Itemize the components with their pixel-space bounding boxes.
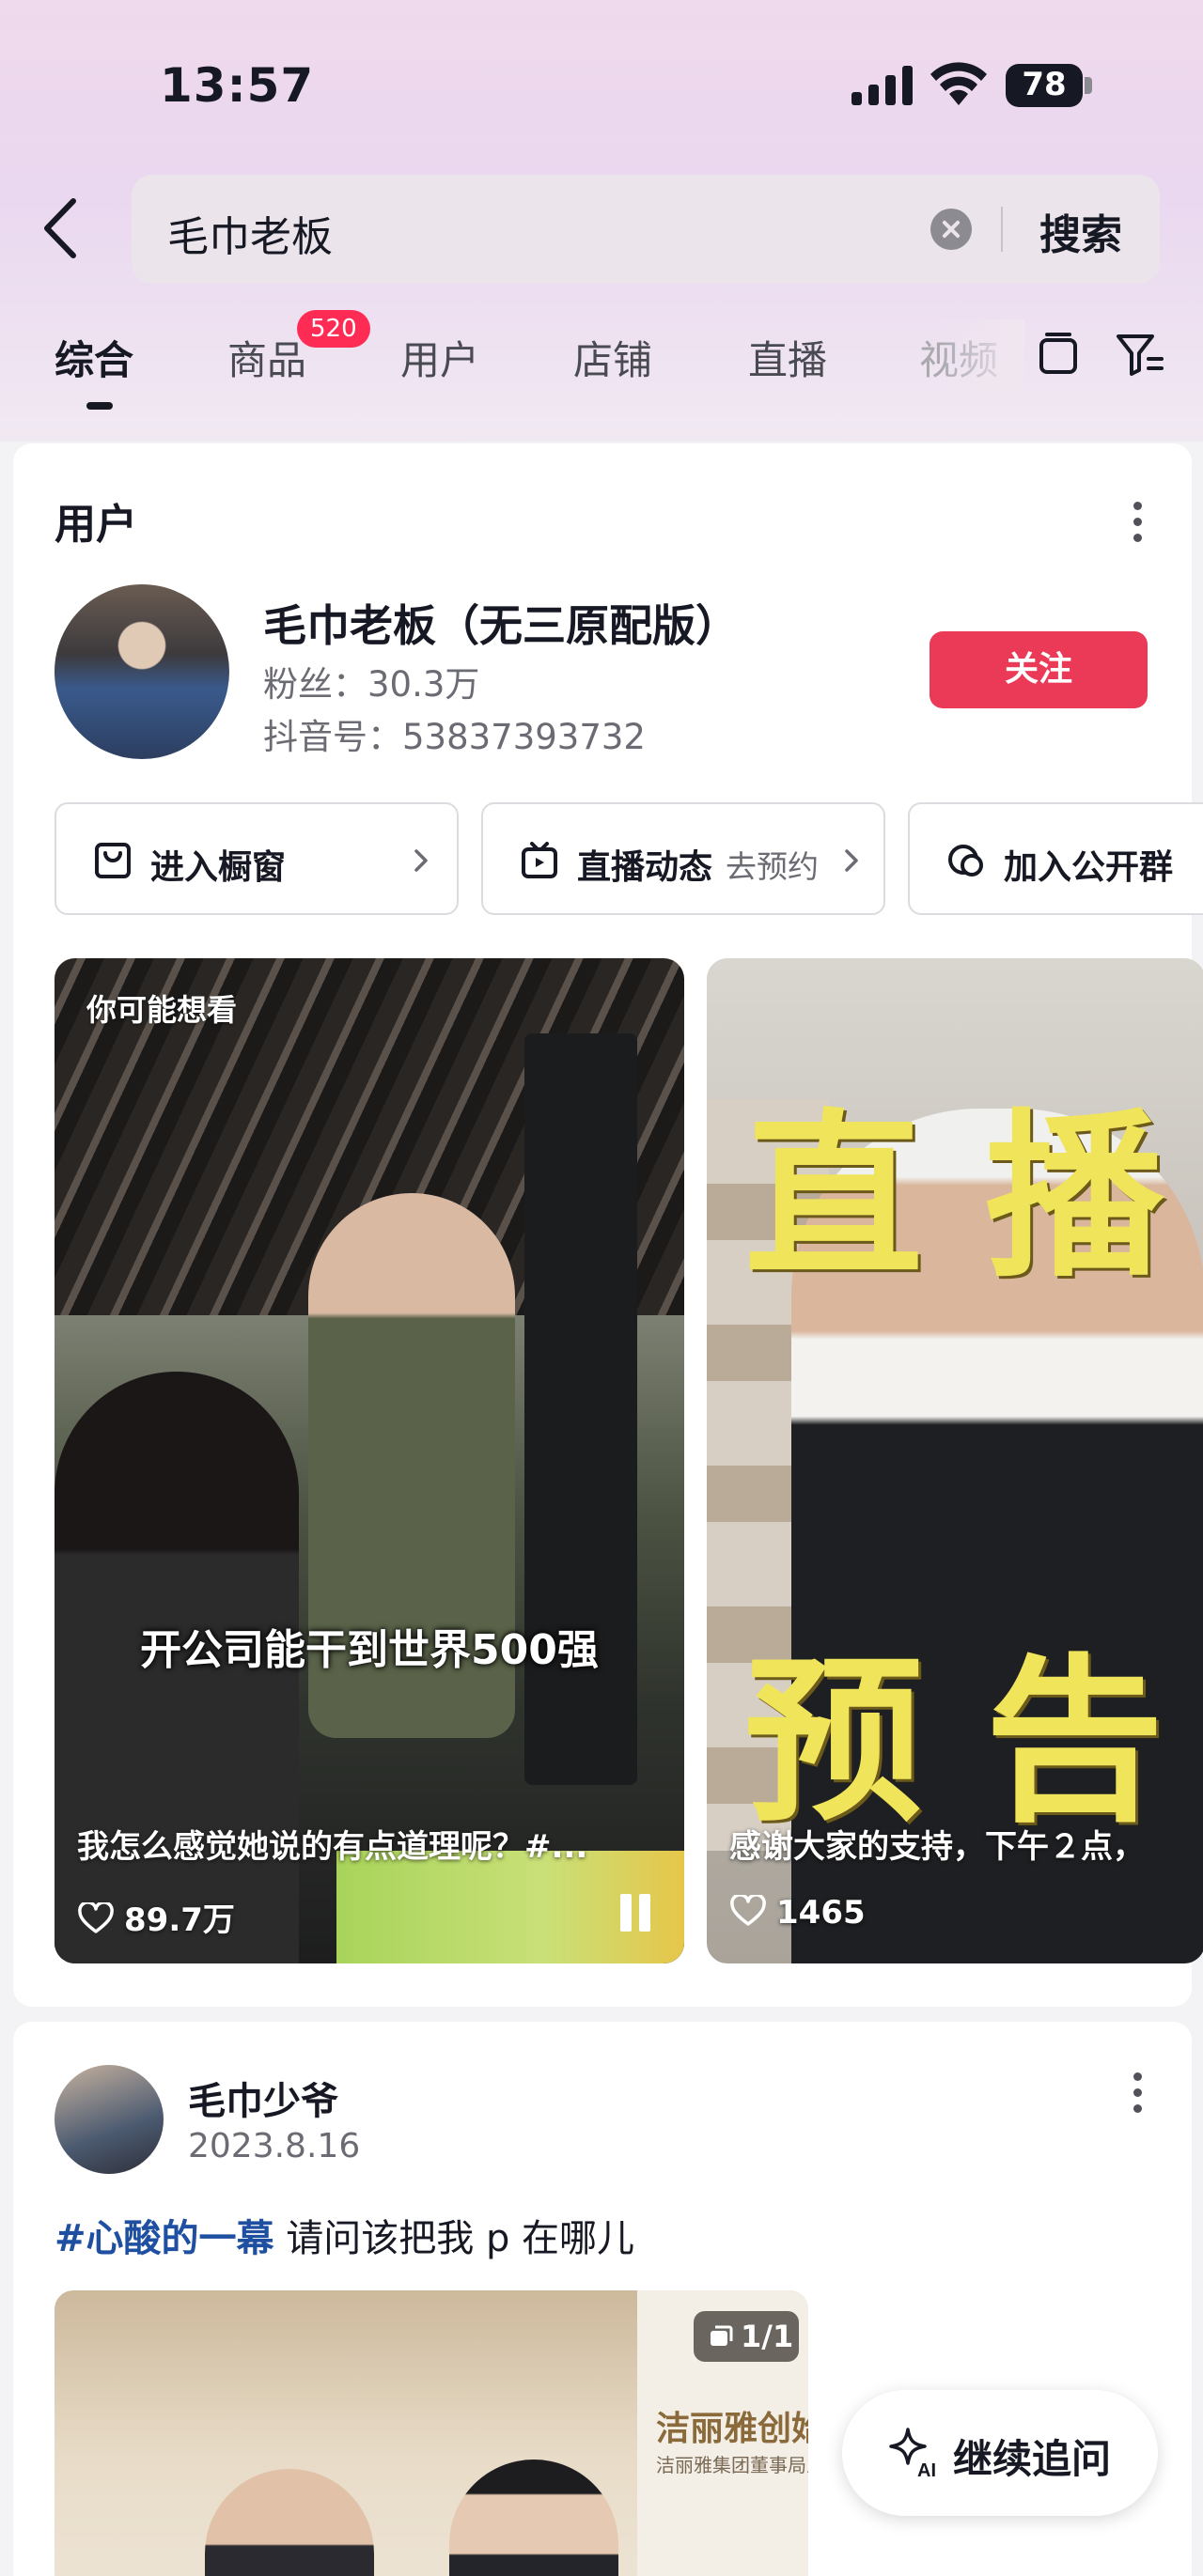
- ai-follow-up-label: 继续追问: [953, 2436, 1112, 2482]
- live-updates-label: 直播动态: [577, 848, 713, 887]
- follow-button[interactable]: 关注: [930, 631, 1148, 708]
- search-query[interactable]: 毛巾老板: [167, 203, 333, 263]
- tab-users[interactable]: 用户: [400, 329, 479, 386]
- products-count-badge: 520: [297, 310, 370, 348]
- video-subtitle: 开公司能干到世界500强: [140, 1626, 599, 1674]
- chevron-right-icon: [414, 849, 428, 872]
- video-overlay-text: 预 告: [744, 1637, 1164, 1846]
- ai-icon-text: AI: [917, 2460, 936, 2480]
- poster-subtitle: 洁丽雅集团董事局主席: [656, 2454, 808, 2476]
- layout-toggle-icon[interactable]: [1038, 331, 1081, 378]
- video-caption: 感谢大家的支持，下午２点，: [729, 1828, 1145, 1866]
- recommend-tag: 你可能想看: [86, 992, 238, 1028]
- search-button[interactable]: 搜索: [1039, 201, 1122, 261]
- enter-showcase-label: 进入橱窗: [150, 848, 287, 887]
- tab-live[interactable]: 直播: [748, 329, 827, 386]
- tab-fade: [940, 319, 1024, 395]
- user-result-card: 用户 毛巾老板（无三原配版） 粉丝：30.3万 抖音号：53837393732 …: [13, 443, 1203, 2007]
- enter-showcase-button[interactable]: 进入橱窗: [55, 802, 459, 915]
- chevron-right-icon: [845, 849, 858, 872]
- search-input[interactable]: 毛巾老板 搜索: [132, 175, 1160, 284]
- photo-person: [449, 2460, 618, 2576]
- video-card[interactable]: 直 播 预 告 感谢大家的支持，下午２点， 1465: [707, 958, 1203, 1963]
- douyin-id: 抖音号：53837393732: [263, 717, 646, 757]
- like-count: 1465: [776, 1894, 866, 1932]
- photo-person: [205, 2469, 374, 2576]
- video-caption: 我怎么感觉她说的有点道理呢？#...: [77, 1828, 588, 1866]
- post-text: #心酸的一幕 请问该把我 p 在哪儿: [55, 2208, 634, 2262]
- avatar[interactable]: [55, 2065, 164, 2174]
- more-options-icon[interactable]: [1132, 2072, 1143, 2118]
- ai-follow-up-button[interactable]: AI 继续追问: [842, 2390, 1158, 2516]
- heart-icon: [78, 1902, 114, 1933]
- tv-icon: [522, 842, 557, 878]
- live-updates-button[interactable]: 直播动态 去预约: [481, 802, 885, 915]
- poster-title: 洁丽雅创始: [656, 2409, 808, 2448]
- back-arrow-icon[interactable]: [38, 197, 85, 259]
- more-options-icon[interactable]: [1132, 502, 1143, 547]
- post-body: 请问该把我 p 在哪儿: [273, 2217, 635, 2260]
- like-count: 89.7万: [124, 1901, 235, 1939]
- status-time: 13:57: [160, 58, 315, 113]
- reserve-link[interactable]: 去预约: [726, 842, 819, 887]
- join-public-group-button[interactable]: 加入公开群: [908, 802, 1203, 915]
- section-title: 用户: [55, 501, 137, 549]
- chat-bubble-icon: [948, 845, 983, 877]
- video-card[interactable]: 你可能想看 开公司能干到世界500强 我怎么感觉她说的有点道理呢？#... 89…: [55, 958, 684, 1963]
- tab-all[interactable]: 综合: [55, 329, 133, 386]
- image-count: 1/1: [741, 2319, 794, 2354]
- video-likes: 1465: [729, 1894, 866, 1932]
- ai-sparkle-icon: AI: [889, 2428, 936, 2480]
- battery-level: 78: [1022, 66, 1067, 103]
- clear-icon[interactable]: [930, 209, 972, 250]
- filter-icon[interactable]: [1115, 331, 1165, 378]
- cellular-signal-icon: [851, 66, 913, 105]
- post-image[interactable]: 洁丽雅创始 洁丽雅集团董事局主席 1/1: [55, 2290, 808, 2576]
- avatar[interactable]: [55, 584, 229, 759]
- video-overlay-text: 直 播: [744, 1092, 1164, 1301]
- search-divider: [1001, 207, 1003, 252]
- battery-tip: [1085, 77, 1092, 94]
- tab-shops[interactable]: 店铺: [573, 329, 652, 386]
- post-date: 2023.8.16: [188, 2127, 361, 2165]
- follower-count: 粉丝：30.3万: [263, 664, 480, 705]
- gallery-icon: [711, 2325, 733, 2346]
- video-likes: 89.7万: [77, 1894, 235, 1940]
- post-author[interactable]: 毛巾少爷: [188, 2071, 338, 2125]
- join-group-label: 加入公开群: [1004, 848, 1174, 887]
- heart-icon: [730, 1895, 766, 1926]
- shopping-bag-icon: [95, 843, 131, 878]
- tab-products[interactable]: 商品: [227, 329, 306, 386]
- pause-icon[interactable]: [617, 1894, 654, 1932]
- battery-icon: 78: [1006, 64, 1092, 107]
- hashtag-link[interactable]: #心酸的一幕: [55, 2217, 274, 2260]
- wifi-icon: [930, 62, 987, 105]
- image-count-badge: 1/1: [694, 2311, 799, 2362]
- tab-active-indicator: [86, 402, 113, 410]
- user-name[interactable]: 毛巾老板（无三原配版）: [263, 592, 739, 654]
